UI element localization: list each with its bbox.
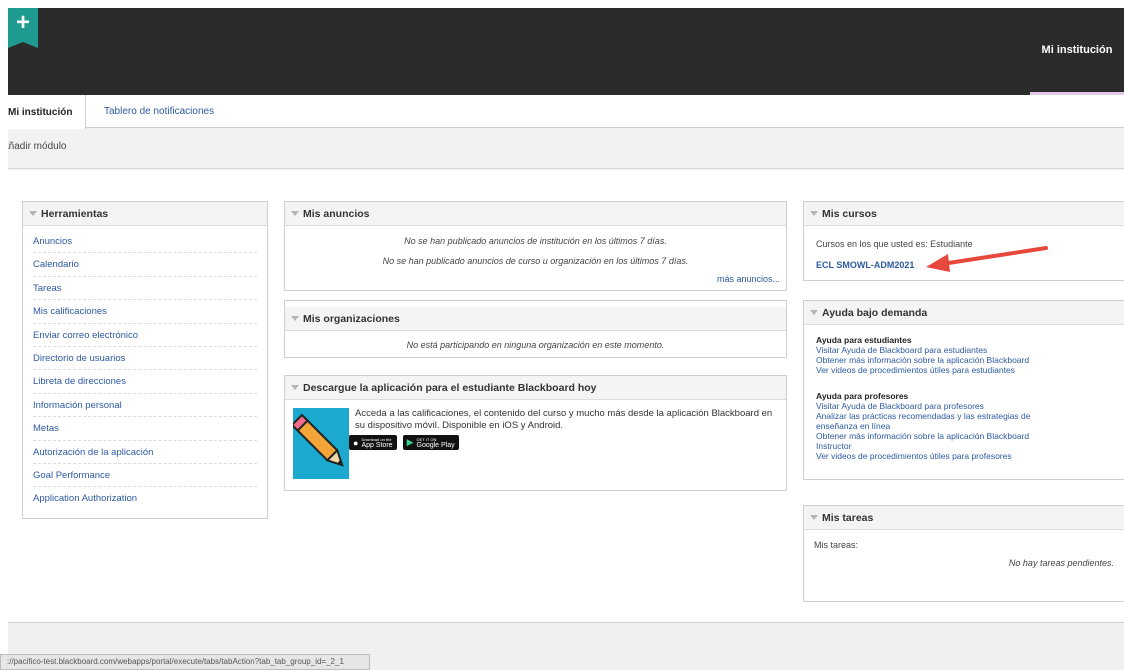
app-store-badge[interactable]: ● Download on the App Store bbox=[349, 435, 397, 450]
help-link[interactable]: Analizar las prácticas recomendadas y la… bbox=[816, 411, 1046, 431]
module-title: Descargue la aplicación para el estudian… bbox=[303, 381, 597, 394]
module-ayuda-bajo-demanda: Ayuda bajo demanda Ayuda para estudiante… bbox=[803, 300, 1124, 480]
no-tasks-message: No hay tareas pendientes. bbox=[1008, 558, 1114, 568]
tool-link[interactable]: Application Authorization bbox=[33, 487, 257, 510]
pencil-icon bbox=[290, 413, 344, 467]
help-students-heading: Ayuda para estudiantes bbox=[816, 335, 912, 345]
tasks-label: Mis tareas: bbox=[814, 540, 859, 550]
module-header[interactable]: Ayuda bajo demanda bbox=[804, 301, 1124, 325]
google-play-badge[interactable]: ▶ GET IT ON Google Play bbox=[402, 435, 459, 450]
header-tab-mi-institucion[interactable]: Mi institución bbox=[1030, 8, 1124, 95]
help-instructors-section: Ayuda para profesores Visitar Ayuda de B… bbox=[804, 375, 1124, 461]
tool-link[interactable]: Libreta de direcciones bbox=[33, 370, 257, 394]
red-arrow-annotation bbox=[926, 246, 1048, 272]
tool-link[interactable]: Anuncios bbox=[33, 230, 257, 254]
help-students-section: Ayuda para estudiantes Visitar Ayuda de … bbox=[804, 325, 1124, 375]
add-module-button[interactable]: Añadir módulo bbox=[8, 141, 66, 152]
tool-link[interactable]: Tareas bbox=[33, 277, 257, 301]
collapse-triangle-icon[interactable] bbox=[810, 310, 818, 315]
help-link[interactable]: Obtener más información sobre la aplicac… bbox=[816, 355, 1112, 365]
tool-link[interactable]: Información personal bbox=[33, 394, 257, 418]
help-link[interactable]: Ver videos de procedimientos útiles para… bbox=[816, 365, 1112, 375]
collapse-triangle-icon[interactable] bbox=[291, 385, 299, 390]
play-icon: ▶ bbox=[406, 437, 414, 447]
module-mis-tareas: Mis tareas Mis tareas: No hay tareas pen… bbox=[803, 505, 1124, 602]
institution-announcements-message: No se han publicado anuncios de instituc… bbox=[404, 236, 667, 246]
tool-link[interactable]: Directorio de usuarios bbox=[33, 347, 257, 371]
course-announcements-message: No se han publicado anuncios de curso u … bbox=[382, 256, 689, 266]
add-module-bar: Añadir módulo bbox=[8, 129, 1124, 169]
module-title: Mis anuncios bbox=[303, 207, 370, 220]
help-link[interactable]: Visitar Ayuda de Blackboard para profeso… bbox=[816, 401, 1112, 411]
module-header[interactable]: Descargue la aplicación para el estudian… bbox=[285, 376, 786, 400]
collapse-triangle-icon[interactable] bbox=[810, 515, 818, 520]
tool-link[interactable]: Calendario bbox=[33, 253, 257, 277]
module-herramientas: Herramientas Anuncios Calendario Tareas … bbox=[22, 201, 268, 519]
badge-text: App Store bbox=[361, 441, 393, 449]
browser-page: + Mi institución Mi institución Tablero … bbox=[8, 8, 1124, 670]
module-mis-anuncios: Mis anuncios No se han publicado anuncio… bbox=[284, 201, 787, 291]
quick-links-plus-button[interactable]: + bbox=[8, 8, 38, 48]
tools-list: Anuncios Calendario Tareas Mis calificac… bbox=[23, 226, 267, 511]
more-announcements-link[interactable]: más anuncios... bbox=[717, 274, 780, 284]
module-header[interactable]: Mis organizaciones bbox=[285, 307, 786, 331]
module-title: Mis cursos bbox=[822, 207, 877, 220]
tool-link[interactable]: Autorización de la aplicación bbox=[33, 441, 257, 464]
help-link[interactable]: Ver videos de procedimientos útiles para… bbox=[816, 451, 1112, 461]
module-title: Ayuda bajo demanda bbox=[822, 306, 928, 319]
tab-mi-institucion[interactable]: Mi institución bbox=[8, 95, 86, 129]
app-promo-text: Acceda a las calificaciones, el contenid… bbox=[355, 408, 773, 431]
module-header[interactable]: Mis cursos bbox=[804, 202, 1124, 226]
apple-icon: ● bbox=[353, 437, 359, 448]
module-header[interactable]: Mis tareas bbox=[804, 506, 1124, 530]
tool-link[interactable]: Goal Performance bbox=[33, 464, 257, 488]
badge-text: Google Play bbox=[416, 441, 455, 449]
module-title: Herramientas bbox=[41, 207, 109, 220]
tab-bar: Mi institución Tablero de notificaciones bbox=[8, 95, 1124, 129]
tool-link[interactable]: Mis calificaciones bbox=[33, 300, 257, 324]
collapse-triangle-icon[interactable] bbox=[291, 211, 299, 216]
module-app-promo: Descargue la aplicación para el estudian… bbox=[284, 375, 787, 491]
collapse-triangle-icon[interactable] bbox=[29, 211, 37, 216]
module-title: Mis tareas bbox=[822, 511, 874, 524]
collapse-triangle-icon[interactable] bbox=[810, 211, 818, 216]
tool-link[interactable]: Enviar correo electrónico bbox=[33, 324, 257, 347]
module-header[interactable]: Herramientas bbox=[23, 202, 267, 226]
module-title: Mis organizaciones bbox=[303, 312, 400, 325]
help-link[interactable]: Visitar Ayuda de Blackboard para estudia… bbox=[816, 345, 1112, 355]
module-mis-organizaciones: Mis organizaciones No está participando … bbox=[284, 300, 787, 358]
top-header: + Mi institución bbox=[8, 8, 1124, 95]
help-link[interactable]: Obtener más información sobre la aplicac… bbox=[816, 431, 1056, 451]
modules-area: Herramientas Anuncios Calendario Tareas … bbox=[8, 170, 1124, 622]
browser-status-url: ://pacifico-test.blackboard.com/webapps/… bbox=[0, 654, 370, 670]
tab-tablero-notificaciones[interactable]: Tablero de notificaciones bbox=[104, 95, 214, 128]
module-header[interactable]: Mis anuncios bbox=[285, 202, 786, 226]
pencil-app-icon bbox=[290, 408, 349, 479]
help-instructors-heading: Ayuda para profesores bbox=[816, 391, 909, 401]
organizations-message: No está participando en ninguna organiza… bbox=[406, 340, 665, 350]
tool-link[interactable]: Metas bbox=[33, 417, 257, 441]
collapse-triangle-icon[interactable] bbox=[291, 316, 299, 321]
